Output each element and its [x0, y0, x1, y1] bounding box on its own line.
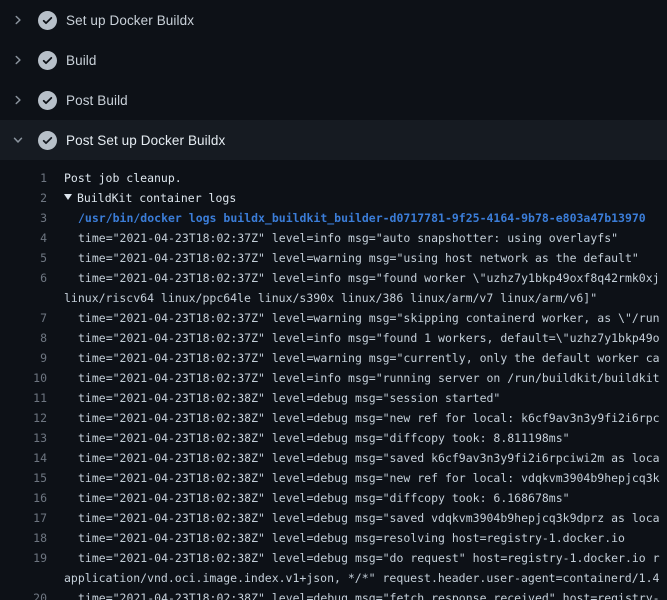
step-title: Set up Docker Buildx — [66, 13, 194, 28]
step-title: Build — [66, 53, 97, 68]
log-line: 15 time="2021-04-23T18:02:38Z" level=deb… — [0, 468, 667, 488]
log-line: 10 time="2021-04-23T18:02:37Z" level=inf… — [0, 368, 667, 388]
log-line-text: time="2021-04-23T18:02:37Z" level=info m… — [78, 231, 618, 245]
log-line-number[interactable]: 6 — [0, 268, 47, 288]
step-header-post-build[interactable]: Post Build — [0, 80, 667, 120]
log-command-text: /usr/bin/docker logs buildx_buildkit_bui… — [78, 211, 646, 225]
log-line-text: time="2021-04-23T18:02:38Z" level=debug … — [78, 431, 570, 445]
check-circle-icon — [38, 51, 57, 70]
log-line-number[interactable]: 13 — [0, 428, 47, 448]
check-circle-icon — [38, 131, 57, 150]
log-line: linux/riscv64 linux/ppc64le linux/s390x … — [0, 288, 667, 308]
log-line-text: time="2021-04-23T18:02:38Z" level=debug … — [78, 511, 660, 525]
log-line-text: time="2021-04-23T18:02:37Z" level=warnin… — [78, 311, 660, 325]
log-line-number[interactable] — [0, 568, 47, 588]
log-line: 18 time="2021-04-23T18:02:38Z" level=deb… — [0, 528, 667, 548]
log-line-number[interactable]: 1 — [0, 168, 47, 188]
log-line-number[interactable]: 2 — [0, 188, 47, 208]
log-line-text: BuildKit container logs — [77, 191, 236, 205]
chevron-right-icon — [11, 53, 25, 67]
step-header-set-up-docker-buildx[interactable]: Set up Docker Buildx — [0, 0, 667, 40]
log-line-number[interactable]: 9 — [0, 348, 47, 368]
log-line-text: time="2021-04-23T18:02:38Z" level=debug … — [78, 411, 660, 425]
log-line: 14 time="2021-04-23T18:02:38Z" level=deb… — [0, 448, 667, 468]
log-line: 11 time="2021-04-23T18:02:38Z" level=deb… — [0, 388, 667, 408]
log-line: 8 time="2021-04-23T18:02:37Z" level=info… — [0, 328, 667, 348]
log-line: 5 time="2021-04-23T18:02:37Z" level=warn… — [0, 248, 667, 268]
log-line-number[interactable]: 14 — [0, 448, 47, 468]
log-line: 1 Post job cleanup. — [0, 168, 667, 188]
log-line: 16 time="2021-04-23T18:02:38Z" level=deb… — [0, 488, 667, 508]
log-line: 7 time="2021-04-23T18:02:37Z" level=warn… — [0, 308, 667, 328]
log-line-number[interactable]: 17 — [0, 508, 47, 528]
log-line-number[interactable]: 10 — [0, 368, 47, 388]
chevron-right-icon — [11, 93, 25, 107]
check-circle-icon — [38, 11, 57, 30]
triangle-down-icon — [64, 194, 72, 200]
log-line: 13 time="2021-04-23T18:02:38Z" level=deb… — [0, 428, 667, 448]
log-line-number[interactable]: 18 — [0, 528, 47, 548]
log-line-number[interactable]: 20 — [0, 588, 47, 600]
log-line: 3 /usr/bin/docker logs buildx_buildkit_b… — [0, 208, 667, 228]
log-line: 9 time="2021-04-23T18:02:37Z" level=warn… — [0, 348, 667, 368]
log-line-text: time="2021-04-23T18:02:38Z" level=debug … — [78, 451, 660, 465]
log-line: 6 time="2021-04-23T18:02:37Z" level=info… — [0, 268, 667, 288]
log-area: 1 Post job cleanup. 2 BuildKit container… — [0, 160, 667, 600]
log-line: 20 time="2021-04-23T18:02:38Z" level=deb… — [0, 588, 667, 600]
log-line: 19 time="2021-04-23T18:02:38Z" level=deb… — [0, 548, 667, 568]
log-line: 2 BuildKit container logs — [0, 188, 667, 208]
log-line-text: application/vnd.oci.image.index.v1+json,… — [64, 571, 659, 585]
log-line-number[interactable]: 5 — [0, 248, 47, 268]
log-line: 12 time="2021-04-23T18:02:38Z" level=deb… — [0, 408, 667, 428]
check-circle-icon — [38, 91, 57, 110]
log-group-toggle[interactable]: BuildKit container logs — [64, 188, 236, 208]
log-line-text: time="2021-04-23T18:02:38Z" level=debug … — [78, 471, 660, 485]
log-line-text: time="2021-04-23T18:02:38Z" level=debug … — [78, 531, 625, 545]
log-line-number[interactable]: 7 — [0, 308, 47, 328]
log-line-number[interactable]: 19 — [0, 548, 47, 568]
log-line-number[interactable]: 12 — [0, 408, 47, 428]
step-title: Post Build — [66, 93, 128, 108]
log-line-text: time="2021-04-23T18:02:38Z" level=debug … — [78, 491, 570, 505]
step-header-post-set-up-docker-buildx[interactable]: Post Set up Docker Buildx — [0, 120, 667, 160]
step-title: Post Set up Docker Buildx — [66, 133, 225, 148]
steps-list: Set up Docker Buildx Build — [0, 0, 667, 160]
log-line-text: time="2021-04-23T18:02:37Z" level=info m… — [78, 371, 660, 385]
step-header-build[interactable]: Build — [0, 40, 667, 80]
log-line-number[interactable]: 8 — [0, 328, 47, 348]
log-line-text: time="2021-04-23T18:02:37Z" level=warnin… — [78, 251, 639, 265]
log-line-text: time="2021-04-23T18:02:37Z" level=info m… — [78, 331, 660, 345]
log-line-text: time="2021-04-23T18:02:38Z" level=debug … — [78, 591, 660, 600]
log-line: 4 time="2021-04-23T18:02:37Z" level=info… — [0, 228, 667, 248]
actions-log-panel: Set up Docker Buildx Build — [0, 0, 667, 600]
log-line-text: time="2021-04-23T18:02:38Z" level=debug … — [78, 391, 500, 405]
chevron-right-icon — [11, 13, 25, 27]
chevron-down-icon — [11, 133, 25, 147]
log-line-text: linux/riscv64 linux/ppc64le linux/s390x … — [64, 291, 597, 305]
log-line-number[interactable]: 4 — [0, 228, 47, 248]
log-line-number[interactable] — [0, 288, 47, 308]
log-line-text: time="2021-04-23T18:02:37Z" level=warnin… — [78, 351, 660, 365]
log-line: application/vnd.oci.image.index.v1+json,… — [0, 568, 667, 588]
log-line-number[interactable]: 11 — [0, 388, 47, 408]
log-line-number[interactable]: 3 — [0, 208, 47, 228]
log-line-number[interactable]: 16 — [0, 488, 47, 508]
log-line-text: time="2021-04-23T18:02:37Z" level=info m… — [78, 271, 660, 285]
log-line-text: Post job cleanup. — [64, 171, 182, 185]
log-line: 17 time="2021-04-23T18:02:38Z" level=deb… — [0, 508, 667, 528]
log-line-text: time="2021-04-23T18:02:38Z" level=debug … — [78, 551, 660, 565]
log-line-number[interactable]: 15 — [0, 468, 47, 488]
